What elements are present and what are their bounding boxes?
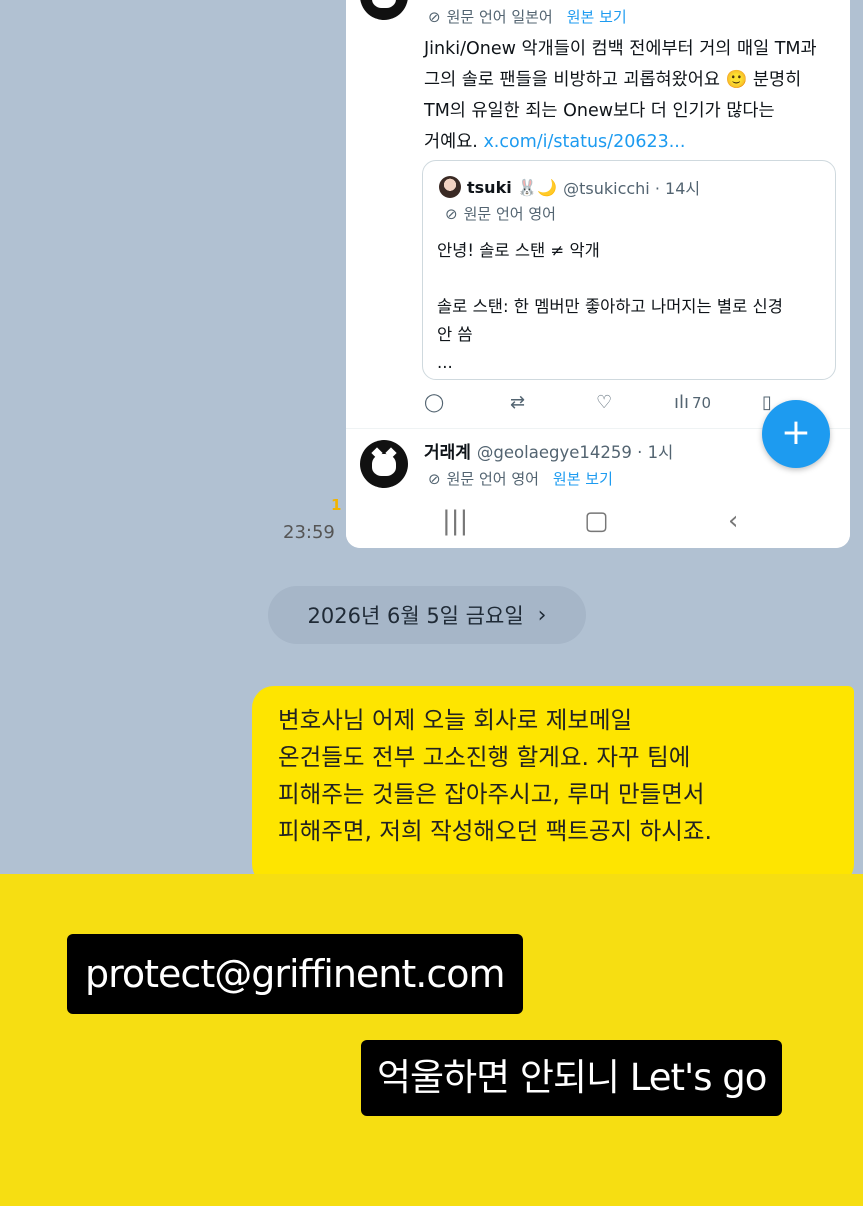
back-icon[interactable]: ‹ [728, 506, 738, 536]
tweet-text-last: 거예요. [424, 132, 478, 152]
unread-count: 1 [331, 496, 342, 514]
quoted-translate-row: ⊘ 원문 언어 영어 [445, 203, 556, 224]
reply-translate-row: ⊘ 원문 언어 영어 원본 보기 [428, 468, 613, 489]
tweet-translate-row: ⊘ 원문 언어 일본어 원본 보기 [428, 6, 627, 27]
recents-icon[interactable]: ||| [442, 506, 468, 536]
shared-screenshot-image[interactable]: ⊘ 원문 언어 일본어 원본 보기 Jinki/Onew 악개들이 컴백 전에부… [346, 0, 850, 548]
reply-show-original-link[interactable]: 원본 보기 [553, 468, 613, 489]
message-line: 피해주면, 저희 작성해오던 팩트공지 하시죠. [278, 817, 712, 845]
quoted-tweet[interactable]: tsuki 🐰🌙 @tsukicchi · 14시 ⊘ 원문 언어 영어 안녕!… [422, 160, 836, 380]
quoted-author-handle: @tsukicchi · 14시 [563, 179, 701, 198]
slogan-sticker: 억울하면 안되니 Let's go [361, 1040, 783, 1116]
story-text-overlay: protect@griffinent.com 억울하면 안되니 Let's go [0, 874, 863, 1206]
translate-icon: ⊘ [428, 7, 441, 26]
tweet-text-line: 그의 솔로 팬들을 비방하고 괴롭혀왔어요 🙂 분명히 [424, 70, 802, 90]
quoted-translate-label: 원문 언어 영어 [463, 205, 556, 223]
reply-author-name: 거래계 [424, 443, 471, 463]
views-count: 70 [692, 393, 712, 412]
compose-button[interactable]: + [762, 400, 830, 468]
quoted-author-name: tsuki 🐰🌙 [467, 177, 558, 197]
tweet-translate-label: 원문 언어 일본어 [446, 8, 553, 26]
retweet-icon[interactable]: ⇄ [510, 392, 525, 413]
views-icon: ılı [674, 392, 690, 413]
date-divider-label: 2026년 6월 5일 금요일 [307, 604, 524, 628]
tweet-text: Jinki/Onew 악개들이 컴백 전에부터 거의 매일 TM과 그의 솔로 … [424, 34, 834, 158]
tweet-text-line: 거예요. x.com/i/status/20623... [424, 127, 834, 158]
reply-icon[interactable]: ◯ [424, 392, 444, 413]
message-line: 변호사님 어제 오늘 회사로 제보메일 [278, 706, 633, 734]
reply-tweet-header: 거래계 @geolaegye14259 · 1시 [424, 438, 674, 464]
android-nav-bar: ||| ▢ ‹ [346, 498, 850, 548]
message-line: 피해주는 것들은 잡아주시고, 루머 만들면서 [278, 780, 705, 808]
reply-translate-label: 원문 언어 영어 [446, 470, 539, 488]
home-icon[interactable]: ▢ [584, 506, 609, 536]
reply-author-handle: @geolaegye14259 · 1시 [476, 442, 674, 462]
reply-author-avatar [360, 440, 408, 488]
tweet-text-line: TM의 유일한 죄는 Onew보다 더 인기가 많다는 [424, 101, 775, 121]
message-line: 온건들도 전부 고소진행 할게요. 자꾸 팀에 [278, 743, 691, 771]
message-time: 23:59 [283, 522, 335, 543]
quoted-author-avatar [439, 176, 461, 198]
message-bubble[interactable]: 변호사님 어제 오늘 회사로 제보메일 온건들도 전부 고소진행 할게요. 자꾸… [252, 686, 854, 886]
date-divider[interactable]: 2026년 6월 5일 금요일 › [268, 586, 586, 644]
views-button[interactable]: ılı 70 [674, 392, 711, 413]
translate-icon: ⊘ [445, 204, 458, 223]
translate-icon: ⊘ [428, 469, 441, 488]
quoted-tweet-header: tsuki 🐰🌙 @tsukicchi · 14시 [439, 175, 700, 199]
like-icon[interactable]: ♡ [596, 392, 612, 413]
tweet-link[interactable]: x.com/i/status/20623... [483, 132, 685, 152]
email-sticker: protect@griffinent.com [67, 934, 523, 1014]
tweet-show-original-link[interactable]: 원본 보기 [567, 6, 627, 27]
chevron-right-icon: › [537, 602, 547, 628]
tweet-text-line: Jinki/Onew 악개들이 컴백 전에부터 거의 매일 TM과 [424, 39, 817, 59]
tweet-author-avatar [360, 0, 408, 20]
quoted-tweet-body: 안녕! 솔로 스탠 ≠ 악개 솔로 스탠: 한 멤버만 좋아하고 나머지는 별로… [437, 241, 783, 372]
